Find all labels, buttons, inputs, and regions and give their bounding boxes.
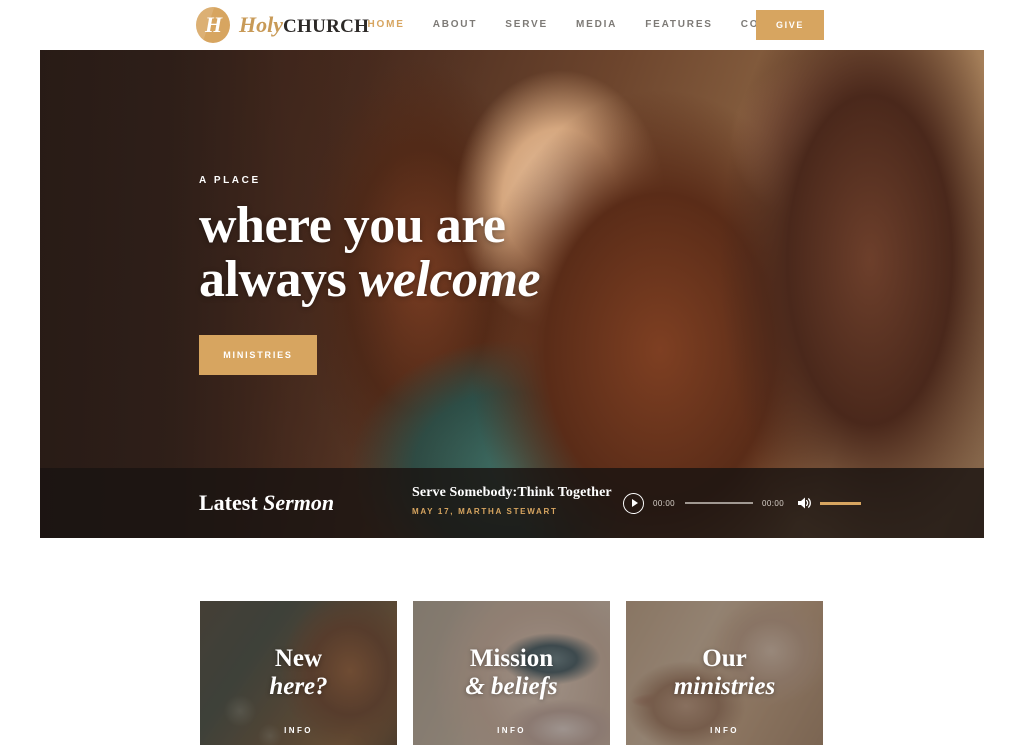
hero-eyebrow: A PLACE: [199, 175, 261, 186]
brand-name-holy: Holy: [239, 12, 283, 37]
audio-seek-slider[interactable]: [685, 502, 754, 504]
card-title-plain: Mission: [469, 645, 554, 672]
audio-player: 00:00 00:00: [623, 492, 862, 514]
promo-card-mission-beliefs[interactable]: Mission & beliefs INFO: [413, 601, 610, 745]
card-body: Mission & beliefs: [413, 601, 610, 745]
hero-content: A PLACE where you are always welcome MIN…: [199, 175, 541, 376]
card-title: Our ministries: [674, 645, 775, 701]
audio-current-time: 00:00: [653, 498, 676, 508]
sermon-meta: MAY 17, MARTHA STEWART: [412, 507, 558, 516]
card-title-italic: ministries: [673, 673, 776, 700]
play-icon[interactable]: [623, 492, 644, 514]
promo-card-our-ministries[interactable]: Our ministries INFO: [626, 601, 823, 745]
promo-card-new-here[interactable]: New here? INFO: [200, 601, 397, 745]
main-navigation: HOME ABOUT SERVE MEDIA FEATURES CONTACTS…: [353, 0, 824, 50]
latest-sermon-bar: Latest Sermon Serve Somebody:Think Toget…: [40, 468, 984, 538]
card-title: Mission & beliefs: [465, 645, 557, 701]
brand-name: HolyCHURCH: [239, 12, 369, 37]
give-button[interactable]: GIVE: [756, 10, 824, 40]
card-body: New here?: [200, 601, 397, 745]
sermon-heading: Latest Sermon: [199, 490, 334, 516]
card-title-plain: New: [274, 645, 323, 672]
card-body: Our ministries: [626, 601, 823, 745]
nav-item-media[interactable]: MEDIA: [562, 0, 631, 50]
nav-item-home[interactable]: HOME: [353, 0, 418, 50]
card-title-italic: here?: [269, 673, 328, 700]
hero-title-line-2-italic: welcome: [358, 251, 541, 309]
sermon-heading-plain: Latest: [199, 490, 264, 515]
nav-item-serve[interactable]: SERVE: [491, 0, 562, 50]
hero-title-line-2-plain: always: [199, 251, 359, 309]
sermon-heading-italic: Sermon: [263, 490, 335, 515]
card-title-italic: & beliefs: [465, 673, 558, 700]
sermon-info: Serve Somebody:Think Together MAY 17, MA…: [412, 485, 612, 516]
card-title: New here?: [269, 645, 327, 701]
hero-title-line-1: where you are: [199, 197, 506, 254]
promo-cards: New here? INFO Mission & beliefs INFO Ou…: [200, 601, 848, 745]
nav-item-about[interactable]: ABOUT: [419, 0, 492, 50]
speaker-icon[interactable]: [797, 496, 812, 510]
audio-duration: 00:00: [762, 498, 785, 508]
site-header: H HolyCHURCH HOME ABOUT SERVE MEDIA FEAT…: [0, 0, 1024, 50]
ministries-button[interactable]: MINISTRIES: [199, 335, 317, 376]
card-title-plain: Our: [702, 645, 747, 672]
church-logo-icon: H: [196, 7, 230, 43]
nav-item-features[interactable]: FEATURES: [631, 0, 727, 50]
hero-title: where you are always welcome: [199, 197, 541, 309]
play-triangle-icon: [631, 499, 638, 507]
brand-logo[interactable]: H HolyCHURCH: [196, 7, 369, 43]
hero-section: A PLACE where you are always welcome MIN…: [40, 50, 984, 538]
sermon-title[interactable]: Serve Somebody:Think Together: [412, 485, 612, 501]
logo-letter: H: [204, 12, 222, 37]
volume-slider[interactable]: [820, 501, 862, 505]
